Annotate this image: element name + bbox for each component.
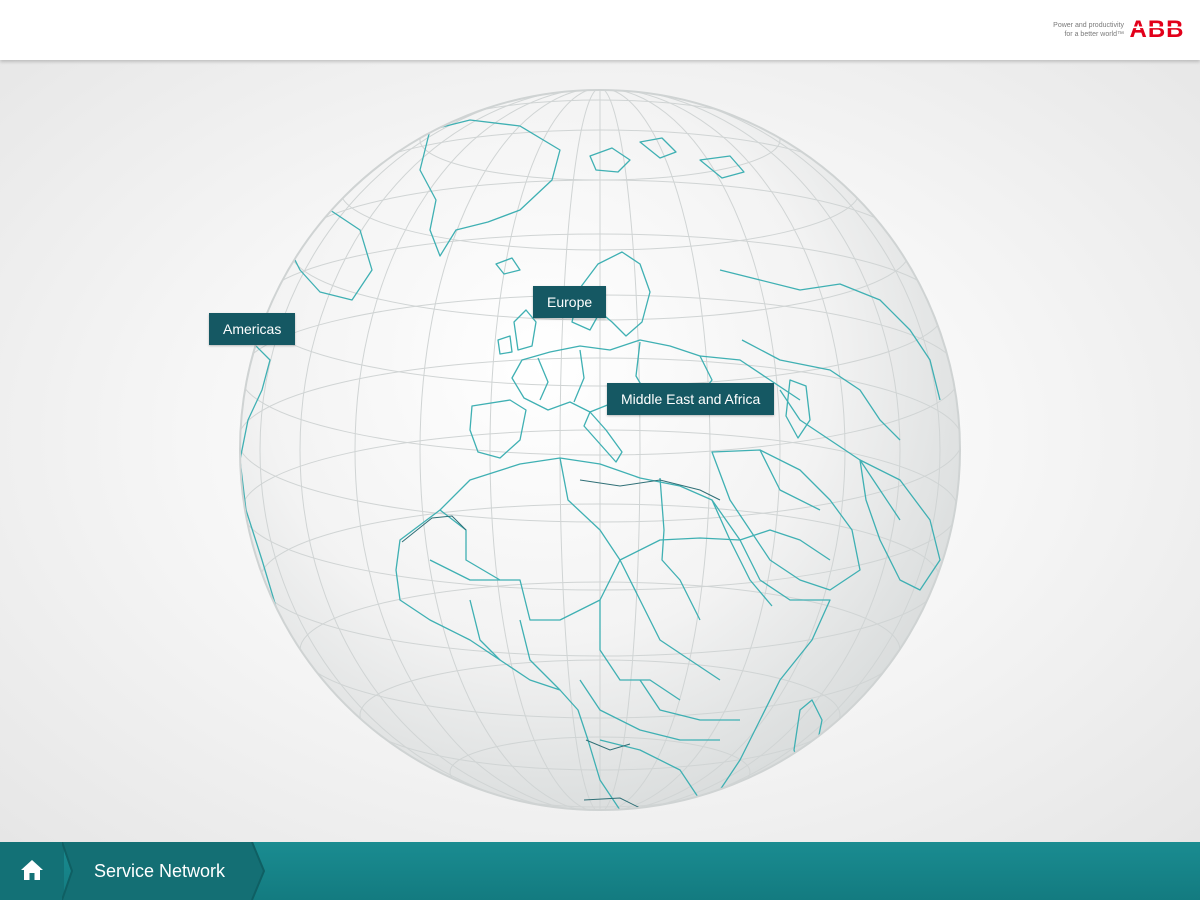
footer-nav-bar: Service Network — [0, 842, 1200, 900]
region-label-middle-east-africa[interactable]: Middle East and Africa — [607, 383, 775, 415]
abb-logo: ABB — [1128, 15, 1186, 46]
home-button[interactable] — [0, 842, 64, 900]
tagline-line-1: Power and productivity — [1053, 22, 1124, 29]
app-header: Power and productivity for a better worl… — [0, 0, 1200, 60]
globe-map[interactable] — [0, 60, 1200, 842]
breadcrumb[interactable]: Service Network — [62, 842, 266, 900]
svg-text:ABB: ABB — [1130, 16, 1185, 41]
brand-tagline: Power and productivity for a better worl… — [1053, 21, 1124, 39]
region-label-americas[interactable]: Americas — [209, 313, 296, 345]
abb-logo-mark: ABB — [1128, 16, 1186, 43]
globe-map-stage[interactable]: Americas Europe Middle East and Africa — [0, 60, 1200, 842]
tagline-line-2: for a better world™ — [1064, 31, 1124, 38]
home-icon — [21, 860, 43, 880]
region-label-europe[interactable]: Europe — [533, 286, 607, 318]
breadcrumb-service-network: Service Network — [94, 861, 226, 881]
